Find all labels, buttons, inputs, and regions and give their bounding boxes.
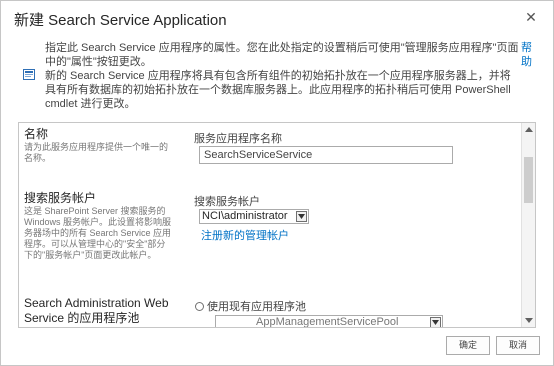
account-section-description: 这是 SharePoint Server 搜索服务的 Windows 服务帐户。… — [24, 206, 172, 260]
account-field-label: 搜索服务帐户 — [194, 196, 260, 208]
chevron-down-icon[interactable] — [430, 317, 441, 327]
scrollbar-thumb[interactable] — [524, 157, 533, 203]
app-pool-select[interactable]: AppManagementServicePool — [215, 315, 443, 328]
description-line-2: 新的 Search Service 应用程序将具有包含所有组件的初始拓扑放在一个… — [45, 70, 511, 110]
app-pool-value: AppManagementServicePool — [256, 316, 399, 328]
search-service-dialog: 新建 Search Service Application ✕ 指定此 Sear… — [0, 0, 554, 366]
use-existing-pool-label: 使用现有应用程序池 — [207, 301, 306, 313]
dialog-description: 指定此 Search Service 应用程序的属性。您在此处指定的设置稍后可使… — [45, 41, 519, 111]
info-icon — [23, 69, 35, 80]
help-link[interactable]: 帮助 — [521, 41, 537, 69]
register-account-link[interactable]: 注册新的管理帐户 — [201, 227, 289, 243]
account-section-title: 搜索服务帐户 — [24, 191, 97, 205]
cancel-button[interactable]: 取消 — [496, 336, 540, 355]
account-select-value: NCI\administrator — [202, 210, 288, 222]
app-pool-section-title: Search Administration Web Service 的应用程序池 — [24, 296, 169, 325]
description-line-1: 指定此 Search Service 应用程序的属性。您在此处指定的设置稍后可使… — [45, 42, 519, 68]
close-icon[interactable]: ✕ — [521, 7, 541, 27]
vertical-scrollbar[interactable] — [521, 123, 535, 327]
dialog-title: 新建 Search Service Application — [14, 12, 227, 29]
radio-button[interactable] — [195, 302, 204, 311]
scroll-down-icon[interactable] — [525, 318, 533, 323]
settings-scroll-panel[interactable]: 名称 请为此服务应用程序提供一个唯一的名称。 服务应用程序名称 SearchSe… — [18, 122, 536, 328]
service-name-input[interactable]: SearchServiceService — [199, 146, 453, 164]
account-select[interactable]: NCI\administrator — [199, 209, 309, 224]
scroll-up-icon[interactable] — [525, 127, 533, 132]
ok-button[interactable]: 确定 — [446, 336, 490, 355]
service-name-label: 服务应用程序名称 — [194, 133, 282, 145]
name-section-description: 请为此服务应用程序提供一个唯一的名称。 — [24, 142, 169, 163]
chevron-down-icon[interactable] — [296, 211, 307, 222]
name-section-title: 名称 — [24, 127, 49, 141]
use-existing-pool-option[interactable]: 使用现有应用程序池 — [195, 298, 306, 314]
